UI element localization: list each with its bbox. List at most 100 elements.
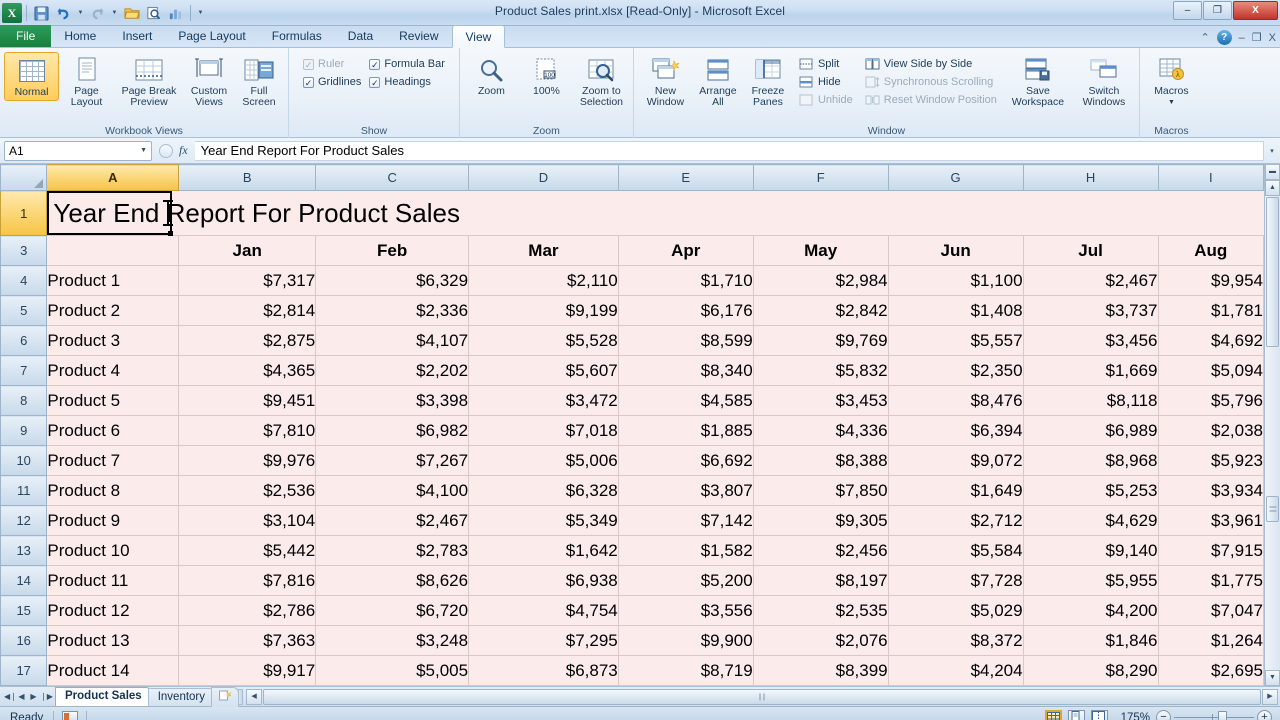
- scroll-up-button[interactable]: ▲: [1265, 180, 1280, 196]
- cell-E6[interactable]: $8,599: [617, 325, 754, 356]
- cell-H16[interactable]: $1,846: [1022, 625, 1159, 656]
- cell-C12[interactable]: $2,467: [315, 505, 470, 536]
- cell-B8[interactable]: $9,451: [178, 385, 317, 416]
- switch-windows-button[interactable]: Switch Windows: [1073, 52, 1135, 110]
- custom-views-button[interactable]: Custom Views: [184, 52, 234, 110]
- cell-C14[interactable]: $8,626: [315, 565, 470, 596]
- cell-E7[interactable]: $8,340: [617, 355, 754, 386]
- column-header-F[interactable]: F: [752, 164, 889, 191]
- arrange-all-button[interactable]: Arrange All: [693, 52, 743, 110]
- cell-B4[interactable]: $7,317: [178, 265, 317, 296]
- cell-C3[interactable]: Feb: [315, 235, 470, 266]
- tab-review[interactable]: Review: [386, 25, 451, 47]
- next-sheet-button[interactable]: ▶: [28, 692, 39, 701]
- cell-H14[interactable]: $5,955: [1022, 565, 1159, 596]
- cell-I8[interactable]: $5,796: [1157, 385, 1264, 416]
- cell-H6[interactable]: $3,456: [1022, 325, 1159, 356]
- cell-E12[interactable]: $7,142: [617, 505, 754, 536]
- cell-A13[interactable]: Product 10: [46, 535, 180, 566]
- column-header-B[interactable]: B: [178, 164, 317, 191]
- zoom-100-button[interactable]: 100 100%: [519, 52, 574, 99]
- tab-view[interactable]: View: [451, 25, 506, 48]
- cell-C6[interactable]: $4,107: [315, 325, 470, 356]
- cell-A14[interactable]: Product 11: [46, 565, 180, 596]
- row-header-1[interactable]: 1: [0, 190, 48, 236]
- cell-E14[interactable]: $5,200: [617, 565, 754, 596]
- column-header-E[interactable]: E: [617, 164, 754, 191]
- row-header-3[interactable]: 3: [0, 235, 48, 266]
- save-workspace-button[interactable]: Save Workspace: [1003, 52, 1073, 110]
- cell-D3[interactable]: Mar: [468, 235, 619, 266]
- cell-H17[interactable]: $8,290: [1022, 655, 1159, 686]
- insert-worksheet-icon[interactable]: [211, 686, 240, 707]
- cell-C13[interactable]: $2,783: [315, 535, 470, 566]
- cell-C17[interactable]: $5,005: [315, 655, 470, 686]
- cell-D17[interactable]: $6,873: [468, 655, 619, 686]
- restore-button[interactable]: ❐: [1203, 1, 1232, 20]
- tab-formulas[interactable]: Formulas: [259, 25, 335, 47]
- close-button[interactable]: X: [1233, 1, 1278, 20]
- horizontal-scroll-thumb[interactable]: [263, 688, 1261, 705]
- row-header-17[interactable]: 17: [0, 655, 48, 686]
- cell-C8[interactable]: $3,398: [315, 385, 470, 416]
- tab-file[interactable]: File: [0, 25, 52, 47]
- cell-E16[interactable]: $9,900: [617, 625, 754, 656]
- cell-A7[interactable]: Product 4: [46, 355, 180, 386]
- cell-F16[interactable]: $2,076: [752, 625, 889, 656]
- cell-E10[interactable]: $6,692: [617, 445, 754, 476]
- cell-B9[interactable]: $7,810: [178, 415, 317, 446]
- cell-F13[interactable]: $2,456: [752, 535, 889, 566]
- cell-I15[interactable]: $7,047: [1157, 595, 1264, 626]
- workbook-restore-icon[interactable]: ❐: [1252, 31, 1262, 44]
- cell-B5[interactable]: $2,814: [178, 295, 317, 326]
- cell-H15[interactable]: $4,200: [1022, 595, 1159, 626]
- zoom-button[interactable]: Zoom: [464, 52, 519, 99]
- cell-A12[interactable]: Product 9: [46, 505, 180, 536]
- cell-H12[interactable]: $4,629: [1022, 505, 1159, 536]
- cell-A3[interactable]: [46, 235, 180, 266]
- cell-F14[interactable]: $8,197: [752, 565, 889, 596]
- cell-E9[interactable]: $1,885: [617, 415, 754, 446]
- headings-checkbox[interactable]: ✓ Headings: [369, 76, 445, 88]
- cell-G13[interactable]: $5,584: [887, 535, 1024, 566]
- normal-view-button[interactable]: [1045, 710, 1062, 720]
- zoom-out-button[interactable]: −: [1156, 710, 1171, 720]
- minimize-ribbon-icon[interactable]: ⌃: [1200, 31, 1209, 44]
- cell-H11[interactable]: $5,253: [1022, 475, 1159, 506]
- vertical-scroll-thumb-lower[interactable]: [1266, 496, 1279, 522]
- cell-F5[interactable]: $2,842: [752, 295, 889, 326]
- sheet-tab-inventory[interactable]: Inventory: [147, 687, 216, 706]
- cell-I9[interactable]: $2,038: [1157, 415, 1264, 446]
- expand-formula-bar-icon[interactable]: ▾: [1264, 147, 1280, 155]
- cell-A6[interactable]: Product 3: [46, 325, 180, 356]
- cancel-icon[interactable]: [159, 143, 173, 158]
- row-header-13[interactable]: 13: [0, 535, 48, 566]
- vertical-scroll-track-lower[interactable]: [1265, 523, 1280, 670]
- workbook-close-icon[interactable]: X: [1269, 32, 1276, 44]
- cell-F6[interactable]: $9,769: [752, 325, 889, 356]
- cell-B13[interactable]: $5,442: [178, 535, 317, 566]
- cell-F15[interactable]: $2,535: [752, 595, 889, 626]
- row-header-4[interactable]: 4: [0, 265, 48, 296]
- cell-G10[interactable]: $9,072: [887, 445, 1024, 476]
- cell-H5[interactable]: $3,737: [1022, 295, 1159, 326]
- zoom-in-button[interactable]: +: [1257, 710, 1272, 720]
- cell-H8[interactable]: $8,118: [1022, 385, 1159, 416]
- full-screen-button[interactable]: Full Screen: [234, 52, 284, 110]
- row-header-10[interactable]: 10: [0, 445, 48, 476]
- scroll-left-button[interactable]: ◀: [246, 688, 263, 705]
- cell-H3[interactable]: Jul: [1022, 235, 1159, 266]
- cell-A10[interactable]: Product 7: [46, 445, 180, 476]
- cell-B7[interactable]: $4,365: [178, 355, 317, 386]
- cell-A9[interactable]: Product 6: [46, 415, 180, 446]
- cell-E11[interactable]: $3,807: [617, 475, 754, 506]
- cell-I16[interactable]: $1,264: [1157, 625, 1264, 656]
- cell-I14[interactable]: $1,775: [1157, 565, 1264, 596]
- cell-D8[interactable]: $3,472: [468, 385, 619, 416]
- cell-H13[interactable]: $9,140: [1022, 535, 1159, 566]
- cell-G15[interactable]: $5,029: [887, 595, 1024, 626]
- cell-G17[interactable]: $4,204: [887, 655, 1024, 686]
- cell-G11[interactable]: $1,649: [887, 475, 1024, 506]
- cell-I3[interactable]: Aug: [1157, 235, 1264, 266]
- cell-F11[interactable]: $7,850: [752, 475, 889, 506]
